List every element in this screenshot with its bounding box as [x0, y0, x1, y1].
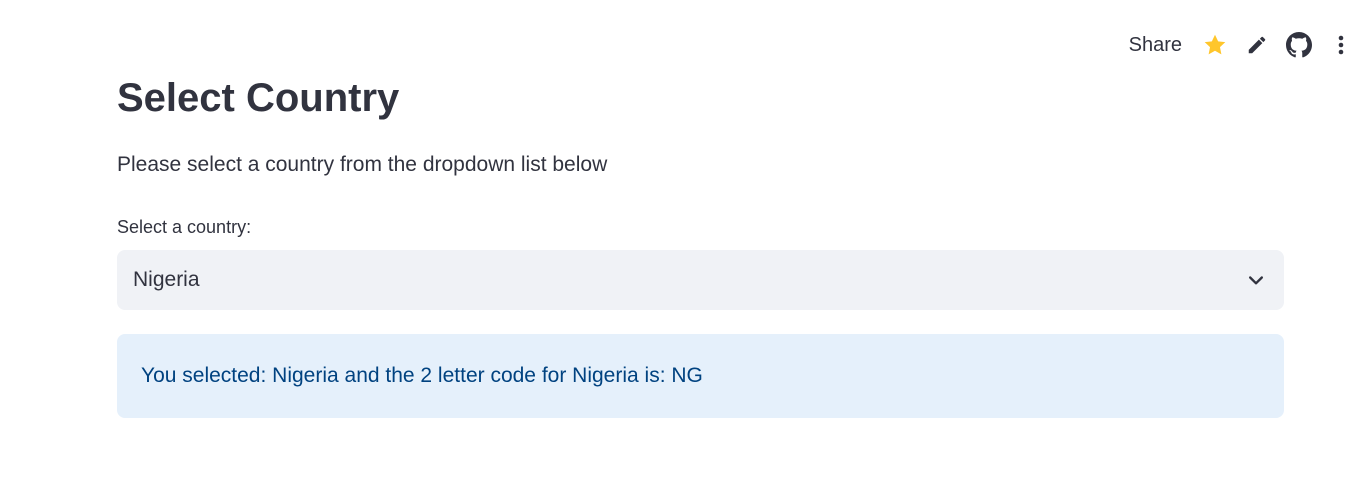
github-icon[interactable] [1278, 30, 1320, 60]
share-button[interactable]: Share [1117, 30, 1194, 60]
more-vert-icon[interactable] [1320, 30, 1362, 60]
info-message: You selected: Nigeria and the 2 letter c… [141, 364, 703, 387]
page-subtitle: Please select a country from the dropdow… [117, 153, 608, 176]
star-icon[interactable] [1194, 30, 1236, 60]
select-country-label: Select a country: [117, 217, 252, 237]
edit-icon[interactable] [1236, 30, 1278, 60]
selected-country-value: Nigeria [133, 268, 200, 291]
app-toolbar: Share [1117, 30, 1362, 60]
country-select[interactable]: Nigeria [117, 250, 1284, 310]
page-title: Select Country [117, 76, 400, 120]
info-alert: You selected: Nigeria and the 2 letter c… [117, 334, 1284, 418]
chevron-down-icon[interactable] [1244, 268, 1268, 292]
